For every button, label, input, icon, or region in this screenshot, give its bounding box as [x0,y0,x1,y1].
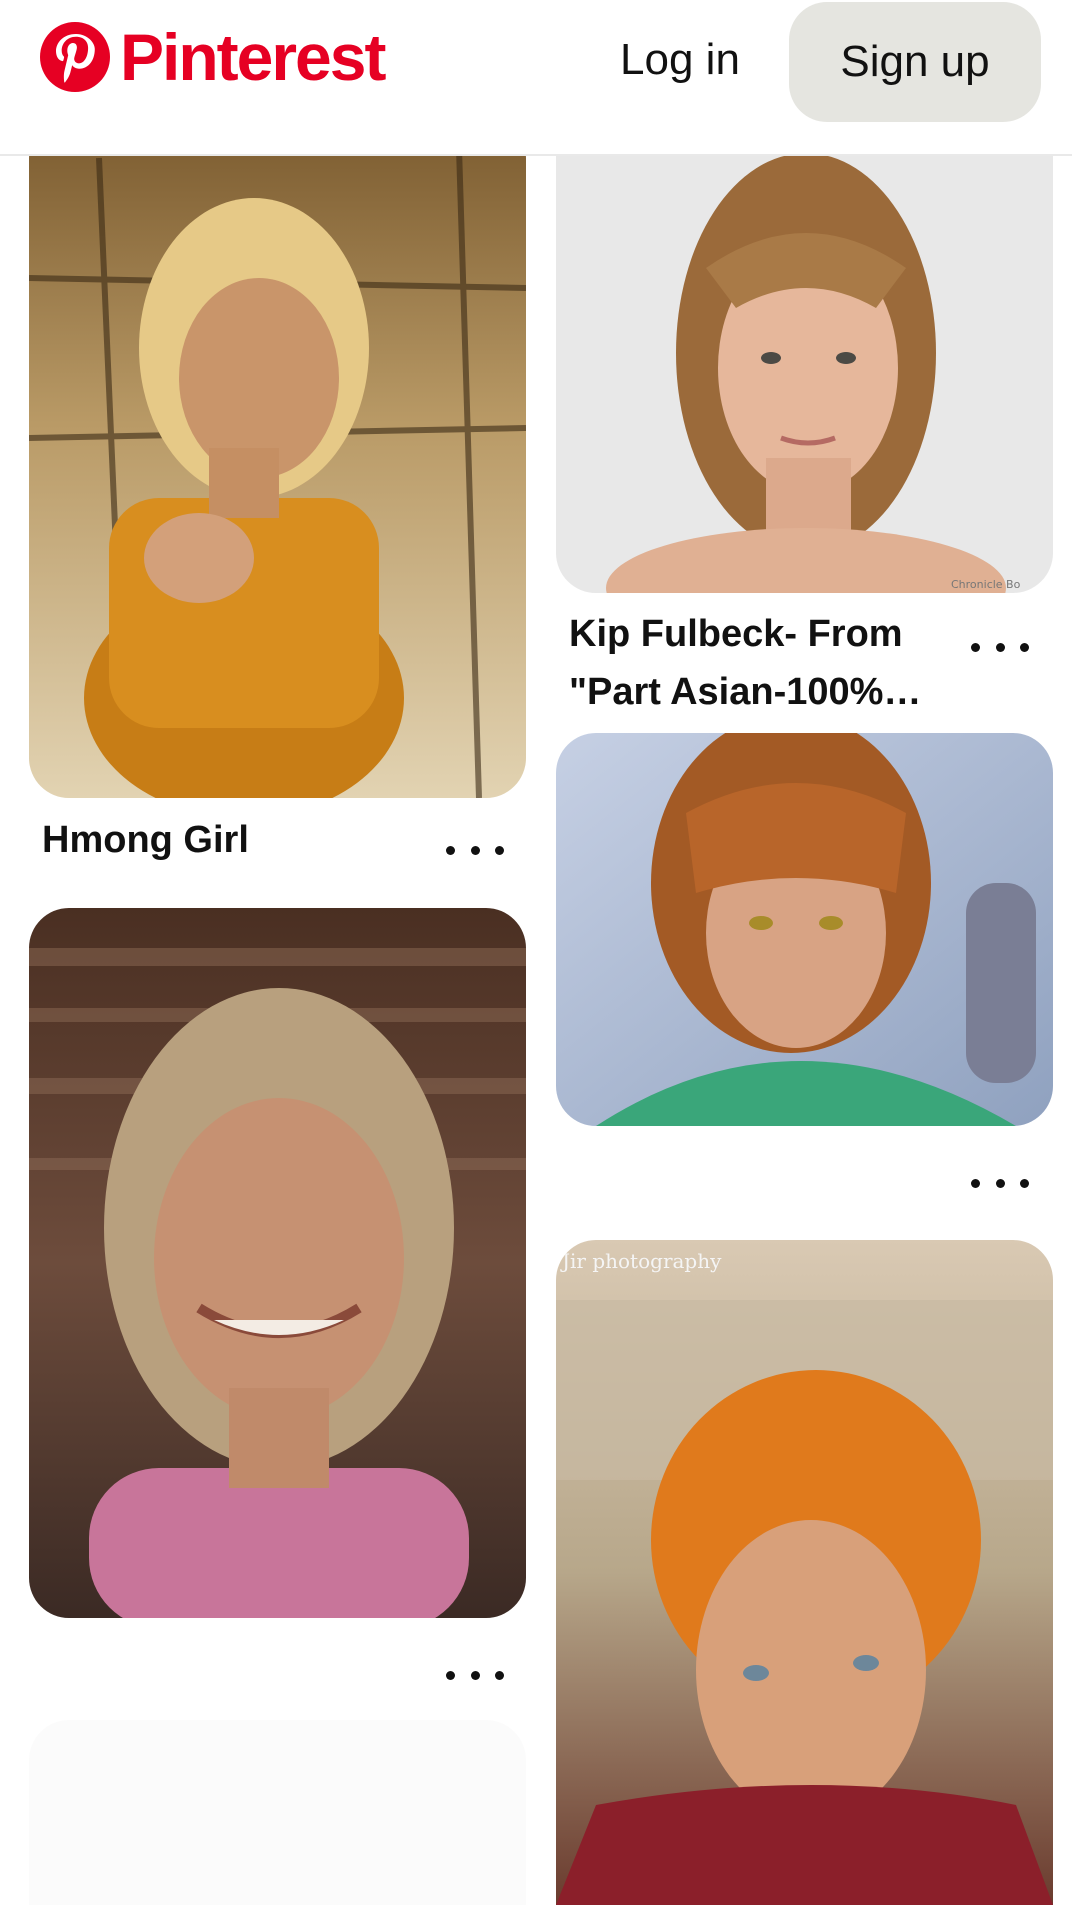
pin-more-options-button[interactable] [440,1655,510,1695]
pinterest-logo-icon [40,22,110,92]
login-button[interactable]: Log in [600,22,760,98]
pin-title[interactable]: Hmong Girl [42,811,422,869]
pin-more-options-button[interactable] [965,627,1035,667]
ellipsis-icon [971,642,980,652]
top-header: Pinterest Log in Sign up [0,0,1072,156]
pin-more-options-button[interactable] [965,1163,1035,1203]
pinterest-logo[interactable]: Pinterest [40,20,386,94]
photo-girl-smiling-pink-shirt [29,908,526,1618]
photo-girl-blonde-orange-shirt [29,118,526,798]
pin-image[interactable] [29,908,526,1618]
pin-image[interactable] [556,733,1053,1126]
pin-image-hmong-girl[interactable] [29,118,526,798]
pin-title[interactable]: Kip Fulbeck- From "Part Asian-100% Hapa" [569,605,929,721]
image-watermark: Jir photography [560,1249,722,1273]
photo-girl-red-hair-freckles: Jir photography [556,1240,1053,1905]
pinterest-page: Pinterest Log in Sign up Hmong Girl Chro… [0,0,1072,1905]
pin-image-kip-fulbeck[interactable]: Chronicle Bo [556,118,1053,593]
image-watermark: Chronicle Bo [951,578,1021,591]
pin-more-options-button[interactable] [440,830,510,870]
signup-button[interactable]: Sign up [789,2,1041,122]
photo-girl-auburn-bangs [556,733,1053,1126]
logo-wordmark: Pinterest [120,20,386,94]
pin-image-loading[interactable] [29,1720,526,1905]
ellipsis-icon [446,1670,455,1680]
ellipsis-icon [971,1178,980,1188]
pin-image[interactable]: Jir photography [556,1240,1053,1905]
ellipsis-icon [446,845,455,855]
photo-girl-brown-bob: Chronicle Bo [556,118,1053,593]
